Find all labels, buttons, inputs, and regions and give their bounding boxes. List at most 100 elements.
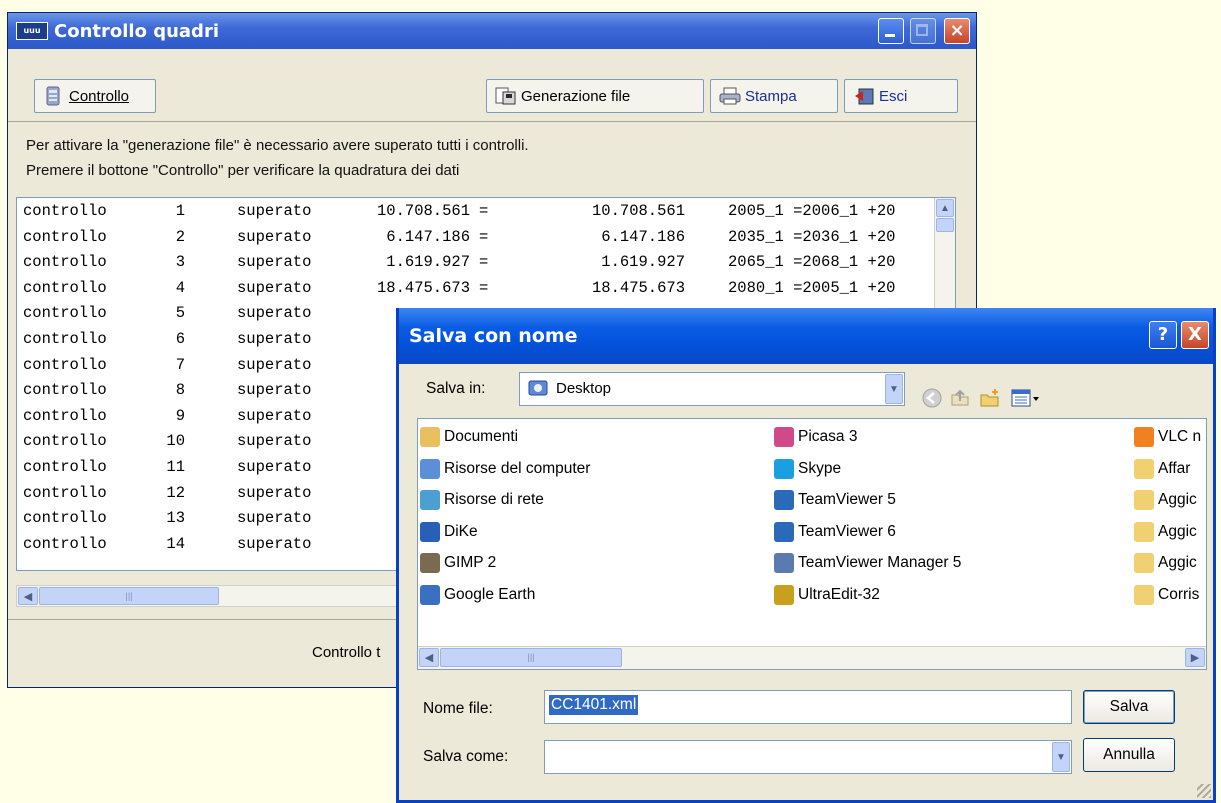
control-row-v2: 1.619.927 — [601, 253, 685, 272]
control-row-num: 14 — [166, 534, 185, 553]
folder-icon — [1134, 553, 1154, 573]
file-item[interactable]: Aggic — [1134, 488, 1197, 512]
control-row-status: superato — [237, 483, 312, 502]
control-row-num: 6 — [175, 330, 185, 348]
file-item[interactable]: UltraEdit-32 — [774, 583, 880, 607]
network-icon — [420, 490, 440, 510]
esci-button[interactable]: Esci — [844, 79, 958, 113]
file-item[interactable]: GIMP 2 — [420, 551, 496, 575]
control-row-label: controllo — [23, 355, 107, 374]
filename-label: Nome file: — [423, 700, 493, 717]
control-row-status: superato — [237, 509, 312, 528]
control-row-formula: 2065_1 =2068_1 +20 — [728, 253, 896, 272]
close-button[interactable]: × — [944, 18, 970, 44]
file-item[interactable]: Google Earth — [420, 583, 535, 607]
control-row-num: 7 — [175, 355, 185, 374]
scroll-thumb[interactable]: ||| — [440, 648, 622, 667]
skype-icon — [774, 458, 794, 479]
savetype-label: Salva come: — [423, 748, 509, 765]
file-item[interactable]: Risorse di rete — [420, 488, 544, 512]
scroll-left-arrow-icon[interactable]: ◀ — [419, 648, 439, 667]
scroll-up-arrow-icon[interactable]: ▲ — [936, 199, 954, 217]
control-row-eq: = — [479, 227, 489, 246]
controllo-button[interactable]: Controllo — [34, 79, 156, 113]
vlc-icon — [1134, 427, 1154, 447]
resize-grip[interactable] — [1197, 784, 1211, 798]
control-row-num: 8 — [175, 381, 185, 400]
cancel-button[interactable]: Annulla — [1083, 738, 1175, 772]
file-item-label: Picasa 3 — [798, 428, 858, 445]
control-row-status: superato — [237, 304, 312, 323]
control-row-eq: = — [479, 253, 489, 272]
control-row-label: controllo — [23, 330, 107, 348]
save-in-combo[interactable]: Desktop ▼ — [519, 372, 905, 406]
file-item[interactable]: VLC n — [1134, 425, 1201, 449]
control-row-v1: 6.147.186 — [386, 227, 470, 246]
file-item[interactable]: TeamViewer 5 — [774, 488, 896, 512]
file-item[interactable]: Aggic — [1134, 520, 1197, 544]
scroll-thumb[interactable]: ||| — [39, 587, 219, 605]
generazione-file-button[interactable]: Generazione file — [486, 79, 704, 113]
new-folder-icon[interactable] — [979, 387, 1001, 409]
file-item[interactable]: DiKe — [420, 520, 478, 544]
minimize-button[interactable] — [878, 18, 904, 44]
view-menu-icon[interactable] — [1011, 387, 1043, 409]
dialog-titlebar[interactable]: Salva con nome ? X — [399, 308, 1213, 364]
file-list[interactable]: Corris Aggic Aggic Aggic Affar VLC n UltraEdit… — [417, 418, 1207, 670]
file-item[interactable]: Picasa 3 — [774, 425, 857, 449]
control-row-v1: 10.708.561 — [376, 202, 470, 220]
file-item[interactable]: TeamViewer 6 — [774, 520, 896, 544]
savetype-combo[interactable]: ▼ — [544, 740, 1072, 774]
stampa-button[interactable]: Stampa — [710, 79, 838, 113]
dialog-close-button[interactable]: X — [1181, 321, 1209, 349]
control-row-eq: = — [479, 202, 489, 220]
control-row-label: controllo — [23, 304, 107, 323]
app-icon: uuu — [16, 22, 48, 40]
help-button[interactable]: ? — [1149, 321, 1177, 349]
file-list-horizontal-scrollbar[interactable]: ◀ ||| ▶ — [418, 646, 1206, 669]
file-item-label: TeamViewer 5 — [798, 491, 896, 508]
teamviewer-icon — [774, 521, 794, 542]
main-titlebar[interactable]: uuu Controllo quadri × — [8, 13, 976, 49]
scroll-thumb[interactable] — [936, 218, 954, 232]
google-earth-icon — [420, 584, 440, 605]
file-item-label: Skype — [798, 459, 842, 477]
control-row-num: 4 — [175, 278, 185, 297]
control-row-num: 11 — [166, 458, 185, 476]
control-row-label: controllo — [23, 509, 107, 528]
file-item-label: Risorse di rete — [444, 491, 544, 508]
file-item-label: TeamViewer Manager 5 — [798, 554, 962, 571]
file-item[interactable]: Aggic — [1134, 551, 1197, 575]
control-row-formula: 2035_1 =2036_1 +20 — [728, 227, 896, 246]
control-row-status: superato — [237, 355, 312, 374]
file-item[interactable]: TeamViewer Manager 5 — [774, 551, 961, 575]
check-list-icon — [43, 86, 63, 106]
file-item[interactable]: Skype — [774, 457, 841, 481]
file-item-label: TeamViewer 6 — [798, 522, 896, 540]
chevron-down-icon[interactable]: ▼ — [885, 374, 903, 404]
save-button[interactable]: Salva — [1083, 690, 1175, 724]
up-folder-icon[interactable] — [949, 387, 971, 409]
control-row-num: 9 — [175, 406, 185, 425]
scroll-right-arrow-icon[interactable]: ▶ — [1185, 648, 1205, 667]
file-item-label: Aggic — [1158, 491, 1197, 508]
scroll-left-arrow-icon[interactable]: ◀ — [18, 587, 38, 605]
computer-icon — [420, 458, 440, 479]
file-item[interactable]: Affar — [1134, 457, 1190, 481]
control-row-label: controllo — [23, 534, 107, 553]
file-item[interactable]: Risorse del computer — [420, 457, 590, 481]
control-row-eq: = — [479, 278, 489, 297]
control-row-label: controllo — [23, 406, 107, 425]
chevron-down-icon[interactable]: ▼ — [1052, 742, 1070, 772]
toolbar: Controllo Generazione file Stampa Esci — [8, 51, 976, 122]
control-row-label: controllo — [23, 202, 107, 220]
file-item[interactable]: Corris — [1134, 583, 1199, 607]
filename-input[interactable]: CC1401.xml — [544, 690, 1072, 724]
control-row-num: 2 — [175, 227, 185, 246]
back-icon[interactable] — [921, 387, 943, 409]
control-row-status: superato — [237, 278, 312, 297]
file-item[interactable]: Documenti — [420, 425, 518, 449]
control-row-v2: 10.708.561 — [591, 202, 685, 220]
file-item-label: DiKe — [444, 522, 478, 540]
save-as-dialog: Salva con nome ? X Salva in: Desktop ▼ C… — [396, 308, 1216, 803]
